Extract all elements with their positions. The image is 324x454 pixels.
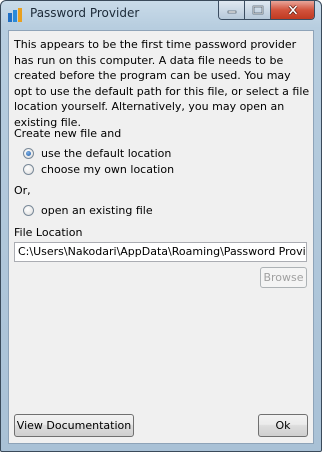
title-bar[interactable]: Password Provider <box>1 1 321 27</box>
file-location-label: File Location <box>14 226 83 239</box>
create-new-file-label: Create new file and <box>14 127 122 140</box>
dialog-content: This appears to be the first time passwo… <box>8 30 314 444</box>
view-documentation-button[interactable]: View Documentation <box>14 414 134 437</box>
radio-button[interactable] <box>23 163 34 175</box>
minimize-icon <box>227 10 236 14</box>
radio-open-existing-file[interactable]: open an existing file <box>23 202 153 218</box>
ok-button[interactable]: Ok <box>258 414 308 437</box>
caption-buttons <box>218 1 315 20</box>
app-logo-icon <box>8 7 23 22</box>
close-button[interactable] <box>271 1 314 19</box>
or-label: Or, <box>14 184 31 197</box>
dialog-window: Password Provider This appears to be the… <box>0 0 322 452</box>
intro-message: This appears to be the first time passwo… <box>14 38 310 129</box>
radio-label: use the default location <box>41 146 172 160</box>
maximize-icon <box>252 5 263 15</box>
window-title: Password Provider <box>30 6 140 20</box>
radio-choose-own-location[interactable]: choose my own location <box>23 161 174 177</box>
maximize-button[interactable] <box>245 1 271 19</box>
radio-button-selected[interactable] <box>23 147 34 159</box>
radio-button[interactable] <box>23 204 34 216</box>
close-icon <box>287 5 298 15</box>
browse-button[interactable]: Browse <box>260 267 307 288</box>
radio-label: choose my own location <box>41 162 175 176</box>
radio-label: open an existing file <box>41 203 153 217</box>
minimize-button[interactable] <box>219 1 245 19</box>
radio-use-default-location[interactable]: use the default location <box>23 145 171 161</box>
file-location-field[interactable]: C:\Users\Nakodari\AppData\Roaming\Passwo… <box>14 242 307 262</box>
